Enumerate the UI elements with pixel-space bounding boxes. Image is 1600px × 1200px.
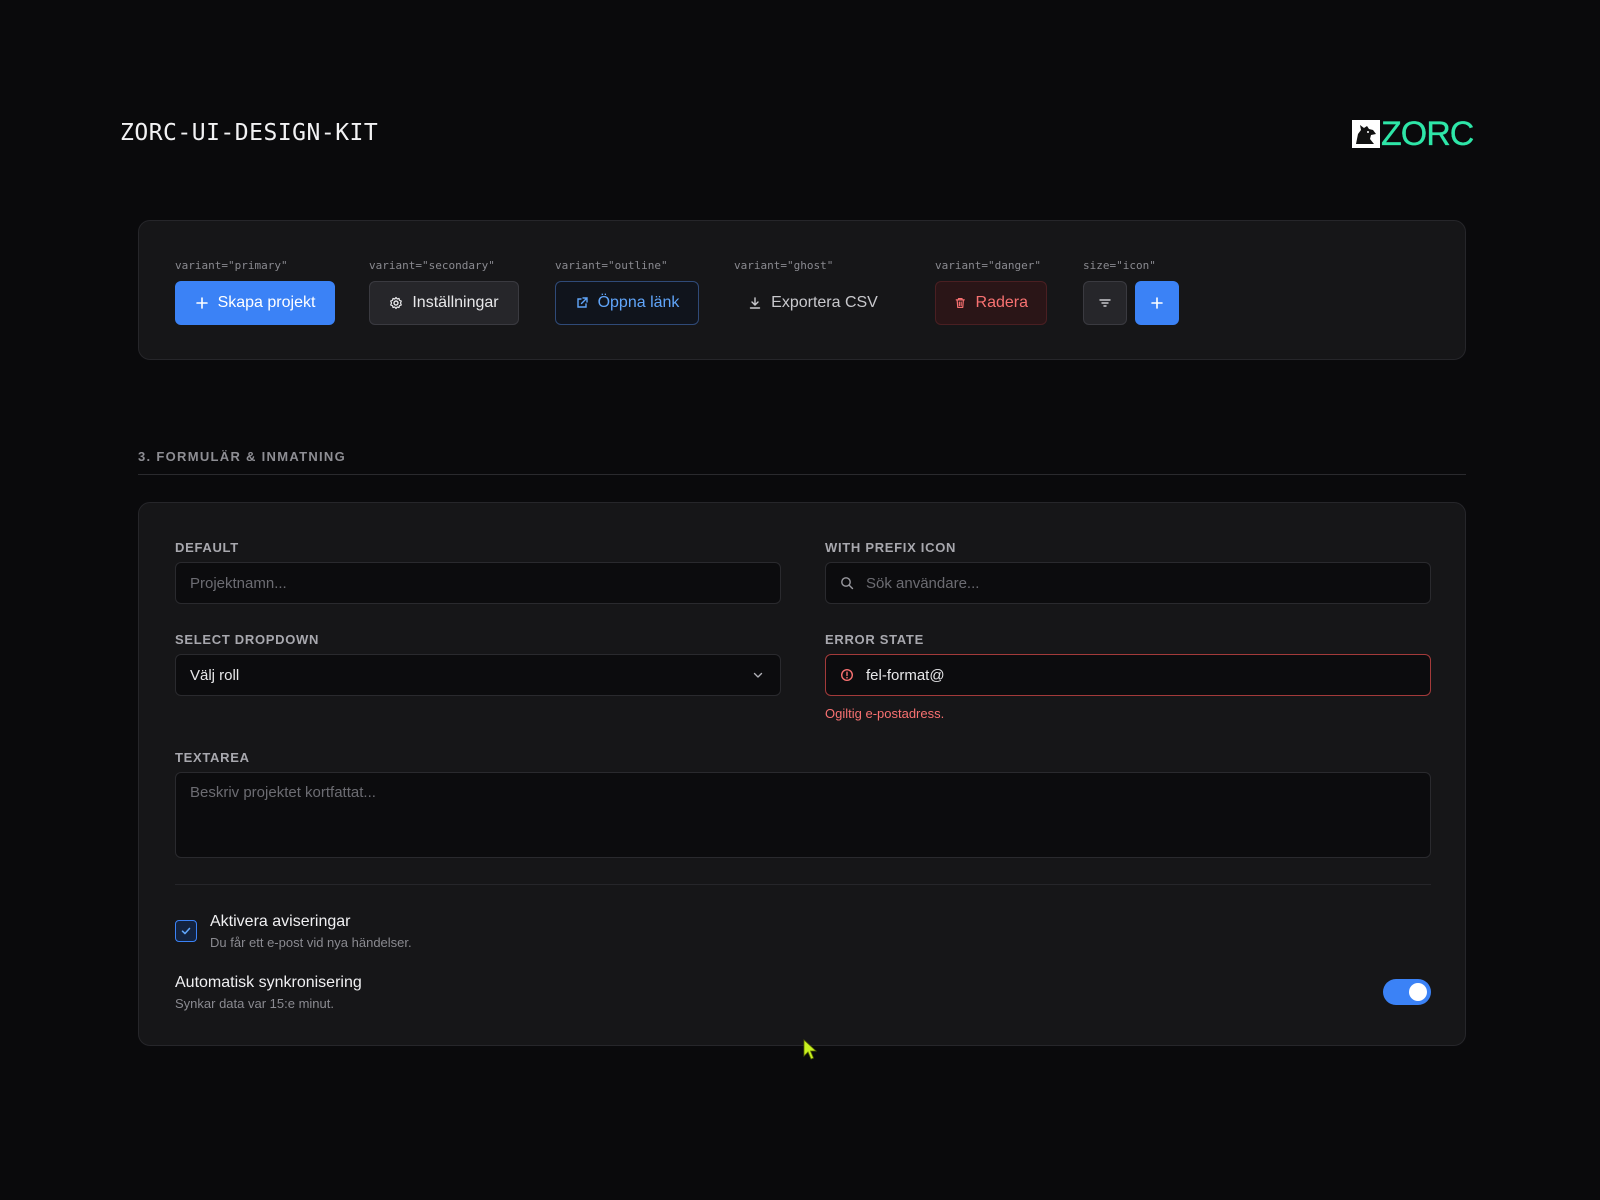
search-icon — [841, 577, 854, 590]
default-field-label: DEFAULT — [175, 540, 239, 555]
textarea-label: TEXTAREA — [175, 750, 250, 765]
error-message: Ogiltig e-postadress. — [825, 706, 945, 721]
toggle-knob — [1409, 983, 1427, 1001]
variant-label: variant="outline" — [555, 259, 668, 272]
toggle-title: Automatisk synkronisering — [175, 974, 362, 991]
variant-label: size="icon" — [1083, 259, 1156, 272]
add-icon-button[interactable] — [1135, 281, 1179, 325]
secondary-variant-group: variant="secondary" — [369, 259, 495, 273]
brand-logo: ZORC — [1352, 115, 1475, 153]
notifications-checkbox[interactable] — [175, 920, 197, 942]
icon-size-group: size="icon" — [1083, 259, 1156, 273]
form-divider — [175, 884, 1431, 885]
alert-circle-icon — [840, 668, 854, 682]
button-showcase-card: variant="primary" variant="secondary" va… — [138, 220, 1466, 360]
button-label: Radera — [975, 294, 1028, 311]
plus-icon — [195, 297, 208, 309]
chevron-down-icon — [753, 672, 763, 678]
outline-variant-group: variant="outline" — [555, 259, 668, 273]
logo-wordmark: ZORC — [1381, 115, 1475, 153]
checkbox-title: Aktivera aviseringar — [210, 913, 351, 930]
variant-label: variant="ghost" — [734, 259, 834, 272]
check-icon — [181, 927, 191, 935]
toggle-description: Synkar data var 15:e minut. — [175, 996, 334, 1011]
auto-sync-toggle[interactable] — [1383, 979, 1431, 1005]
open-link-button[interactable]: Öppna länk — [555, 281, 699, 325]
textarea-placeholder: Beskriv projektet kortfattat... — [190, 784, 376, 801]
delete-button[interactable]: Radera — [935, 281, 1047, 325]
mouse-cursor-icon — [803, 1039, 818, 1060]
user-search-input[interactable]: Sök användare... — [825, 562, 1431, 604]
input-placeholder: Projektnamn... — [190, 574, 287, 592]
select-field-label: SELECT DROPDOWN — [175, 632, 320, 647]
checkbox-description: Du får ett e-post vid nya händelser. — [210, 935, 412, 950]
input-value: fel-format@ — [866, 666, 945, 684]
prefix-field-label: WITH PREFIX ICON — [825, 540, 957, 555]
trash-icon — [955, 297, 965, 309]
settings-button[interactable]: Inställningar — [369, 281, 519, 325]
variant-label: variant="secondary" — [369, 259, 495, 272]
input-placeholder: Sök användare... — [866, 574, 980, 592]
export-csv-button[interactable]: Exportera CSV — [729, 281, 897, 325]
email-field[interactable]: fel-format@ — [825, 654, 1431, 696]
button-label: Exportera CSV — [771, 294, 878, 311]
button-label: Öppna länk — [597, 294, 680, 311]
ghost-variant-group: variant="ghost" — [734, 259, 833, 273]
primary-variant-group: variant="primary" — [175, 259, 288, 273]
variant-label: variant="danger" — [935, 259, 1041, 272]
section-heading: 3. FORMULÄR & INMATNING — [138, 449, 347, 464]
filter-icon — [1099, 299, 1111, 307]
wolf-logo-icon — [1352, 120, 1380, 148]
section-divider — [138, 474, 1466, 475]
variant-label: variant="primary" — [175, 259, 288, 272]
button-label: Skapa projekt — [217, 294, 316, 311]
filter-button[interactable] — [1083, 281, 1127, 325]
project-name-input[interactable]: Projektnamn... — [175, 562, 781, 604]
download-icon — [749, 297, 761, 309]
form-card: DEFAULT Projektnamn... WITH PREFIX ICON … — [138, 502, 1466, 1046]
error-field-label: ERROR STATE — [825, 632, 924, 647]
page-title: ZORC-UI-DESIGN-KIT — [120, 120, 379, 146]
external-link-icon — [576, 297, 588, 308]
button-label: Inställningar — [412, 294, 499, 311]
select-value: Välj roll — [190, 666, 240, 684]
description-textarea[interactable]: Beskriv projektet kortfattat... — [175, 772, 1431, 858]
danger-variant-group: variant="danger" — [935, 259, 1041, 273]
plus-icon — [1151, 297, 1163, 309]
role-select[interactable]: Välj roll — [175, 654, 781, 696]
gear-icon — [390, 296, 403, 310]
create-project-button[interactable]: Skapa projekt — [175, 281, 335, 325]
